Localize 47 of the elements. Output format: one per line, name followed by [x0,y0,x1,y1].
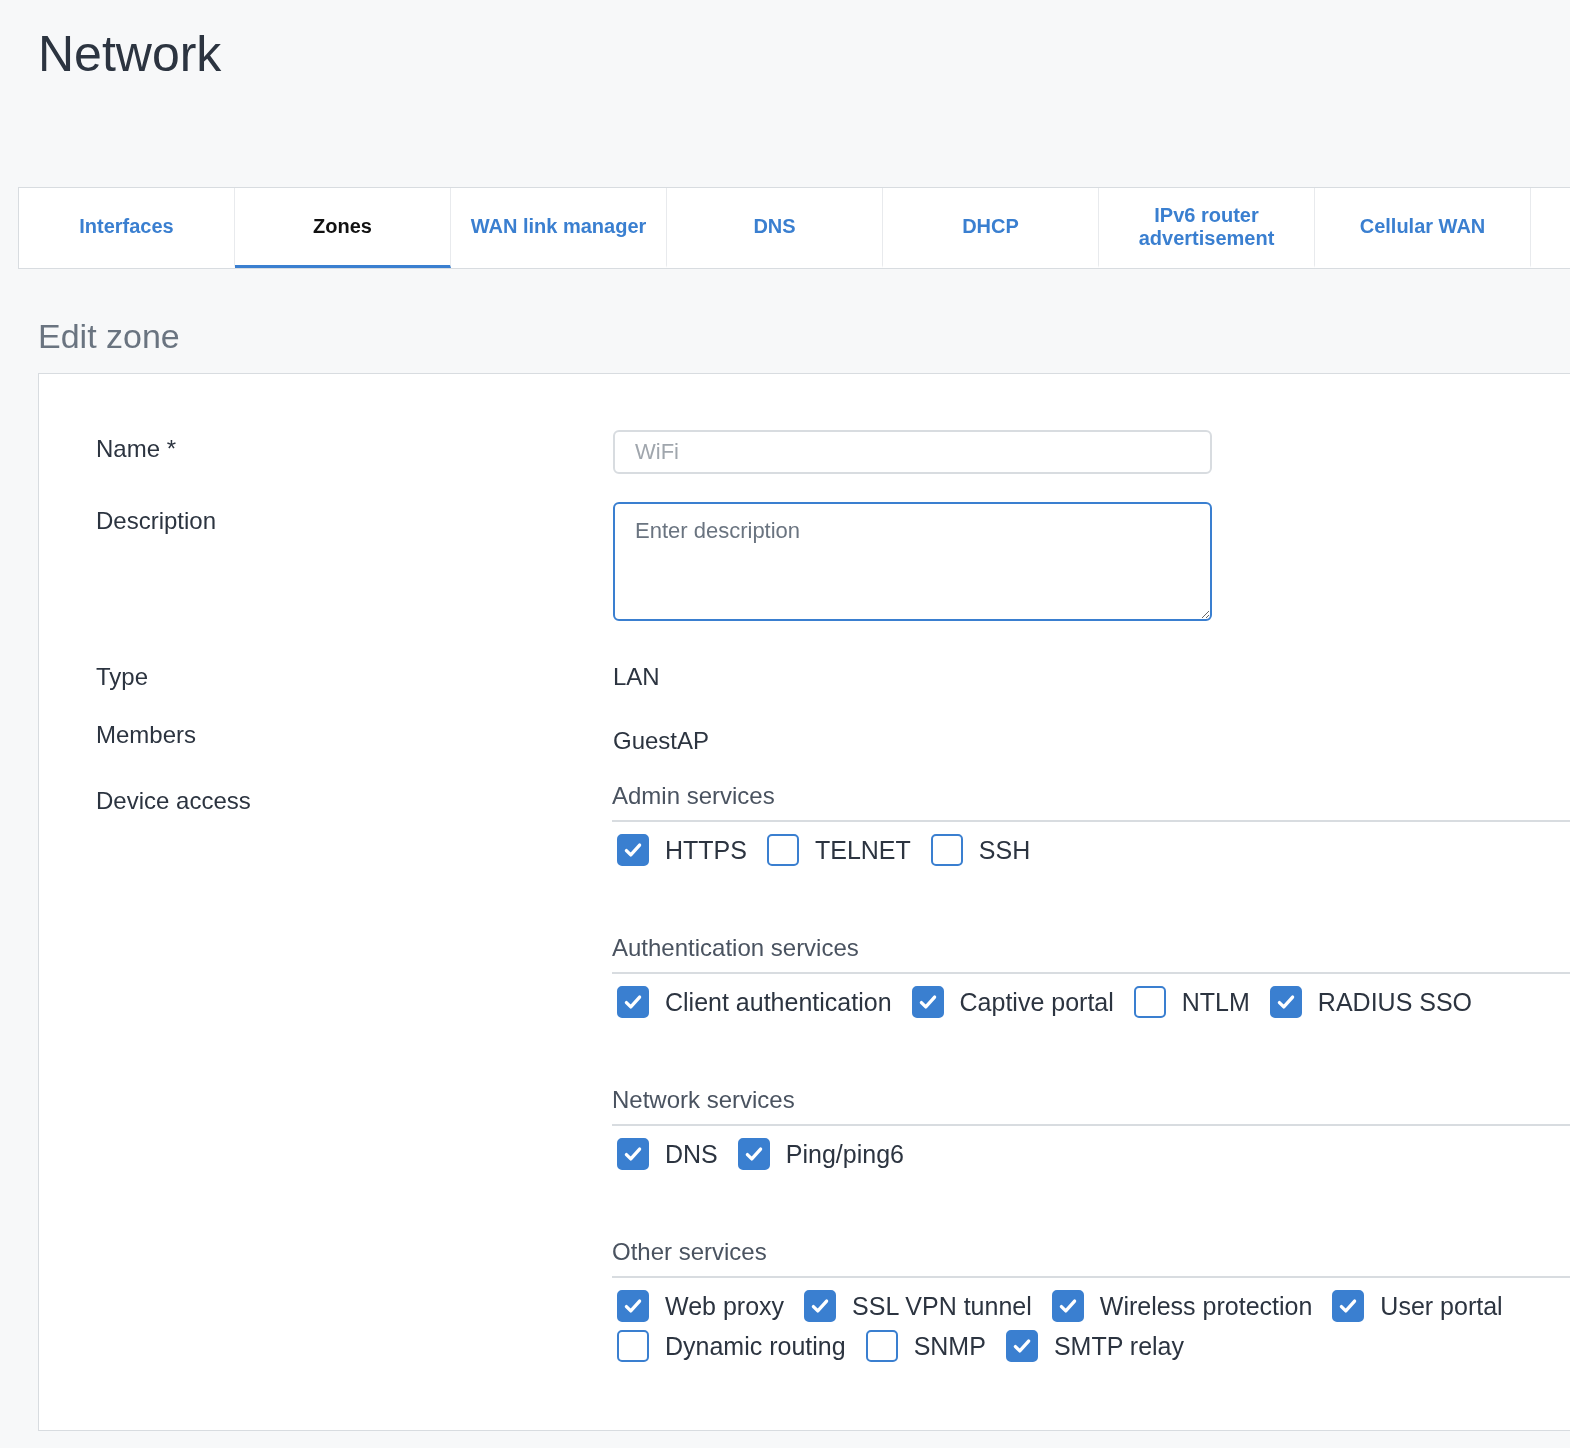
description-field[interactable]: Enter description [613,502,1212,621]
checkbox-label: SSL VPN tunnel [852,1291,1032,1321]
checkbox-label: User portal [1380,1291,1503,1321]
tab[interactable]: Zones [235,188,451,268]
checkbox[interactable] [865,1330,898,1362]
checkbox[interactable] [911,986,944,1018]
checkbox-label: Ping/ping6 [785,1139,904,1169]
checkbox-label: RADIUS SSO [1317,987,1473,1017]
checkbox[interactable] [1332,1290,1365,1322]
checkbox-label: DNS [665,1139,718,1169]
checkbox-label: Web proxy [665,1291,785,1321]
checkbox[interactable] [766,834,799,866]
checkbox-label: Client authentication [665,987,892,1017]
members-value: GuestAP [613,726,710,756]
checkbox-label: TELNET [814,835,911,865]
group-heading: Network services [612,1080,1570,1126]
checkbox-label: SMTP relay [1053,1331,1184,1361]
checkbox[interactable] [737,1138,770,1170]
checkbox-label: SSH [978,835,1031,865]
checkbox[interactable] [1051,1290,1084,1322]
section-title: Edit zone [37,316,181,357]
checkbox-label: HTTPS [665,835,747,865]
checkbox-label: Dynamic routing [665,1331,846,1361]
group-heading: Other services [612,1232,1570,1278]
page-title: Network [37,25,223,84]
group-heading: Authentication services [612,928,1570,974]
field-label: Members [95,720,198,750]
checkbox[interactable] [617,1138,649,1170]
checkbox[interactable] [1133,986,1166,1018]
checkbox[interactable] [617,986,649,1018]
field-label: Name * [95,434,178,464]
checkbox[interactable] [804,1290,837,1322]
checkbox-label: SNMP [913,1331,986,1361]
checkbox[interactable] [617,834,649,866]
field-label: Device access [95,786,252,816]
type-value: LAN [613,662,660,692]
checkbox[interactable] [1005,1330,1038,1362]
field-label: Description [95,506,218,536]
checkbox[interactable] [1269,986,1302,1018]
checkbox-label: Captive portal [959,987,1114,1017]
checkbox[interactable] [930,834,963,866]
field-label: Type [95,662,150,692]
checkbox[interactable] [617,1330,649,1362]
group-heading: Admin services [612,776,1570,822]
checkbox-label: NTLM [1181,987,1250,1017]
checkbox-label: Wireless protection [1099,1291,1313,1321]
checkbox[interactable] [617,1290,649,1322]
